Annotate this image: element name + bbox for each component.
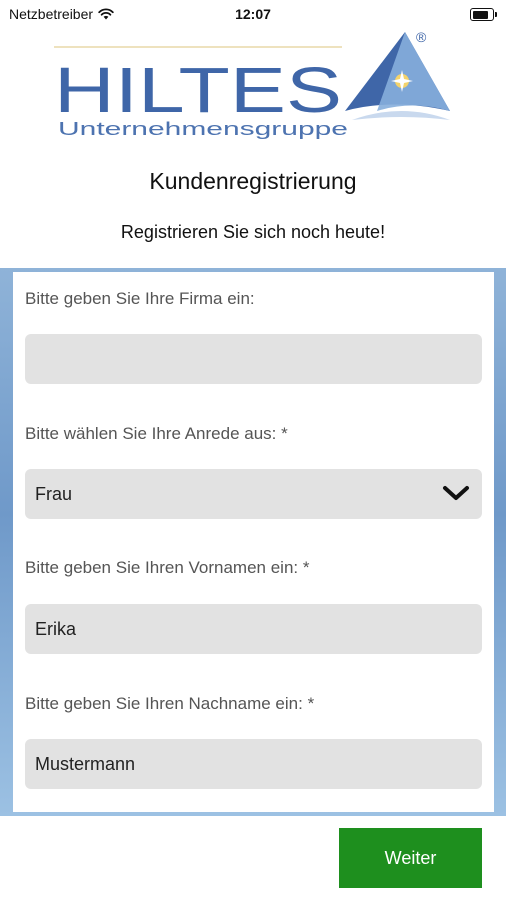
status-time: 12:07 xyxy=(235,6,271,22)
logo-tagline: Unternehmensgruppe xyxy=(58,119,348,139)
registered-mark: ® xyxy=(416,29,427,45)
first-name-input[interactable]: Erika xyxy=(25,604,482,654)
last-name-input[interactable]: Mustermann xyxy=(25,739,482,789)
status-bar: Netzbetreiber 12:07 xyxy=(0,0,506,28)
logo-pyramid-icon xyxy=(345,32,450,120)
chevron-down-icon xyxy=(443,486,469,500)
salutation-value: Frau xyxy=(35,483,73,504)
page-title: Kundenregistrierung xyxy=(149,168,357,194)
company-label: Bitte geben Sie Ihre Firma ein: xyxy=(25,289,255,308)
battery-icon xyxy=(470,8,497,21)
first-name-label: Bitte geben Sie Ihren Vornamen ein: * xyxy=(25,558,310,577)
page-subtitle: Registrieren Sie sich noch heute! xyxy=(120,222,386,242)
salutation-label: Bitte wählen Sie Ihre Anrede aus: * xyxy=(25,424,288,443)
salutation-select[interactable]: Frau xyxy=(25,469,482,519)
hiltes-logo: HILTES Unternehmensgruppe ® xyxy=(54,29,450,139)
company-input[interactable] xyxy=(25,334,482,384)
last-name-label: Bitte geben Sie Ihren Nachname ein: * xyxy=(25,694,315,713)
next-button[interactable]: Weiter xyxy=(339,828,482,888)
logo-wordmark: HILTES xyxy=(54,54,342,126)
